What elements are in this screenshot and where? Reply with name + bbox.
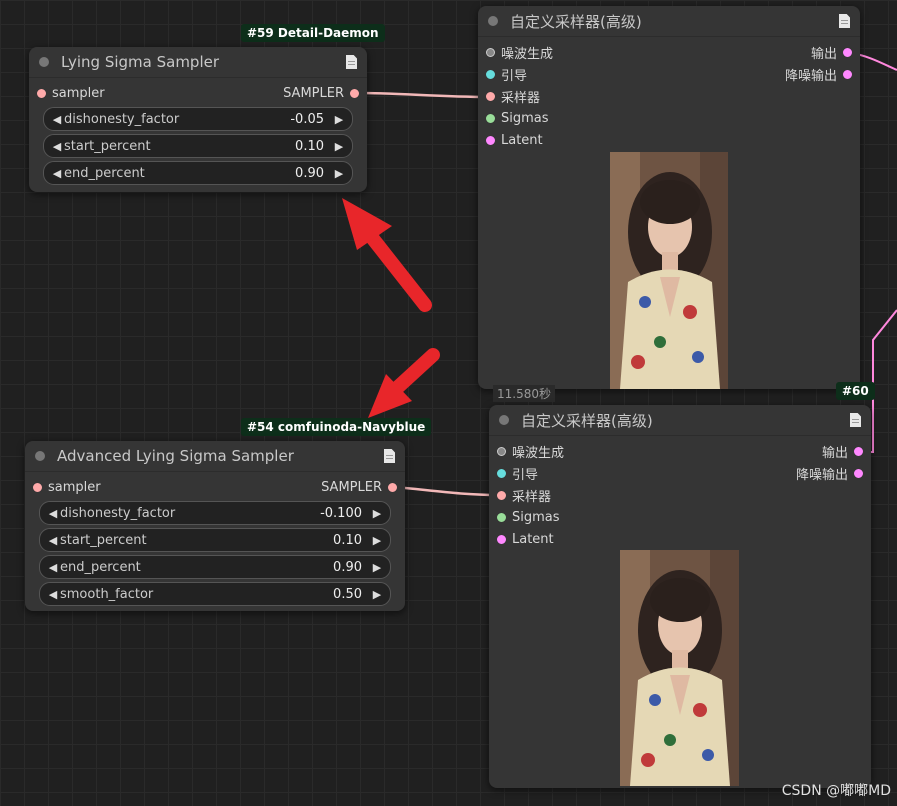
link-sampler-54: [394, 485, 501, 497]
sampler-input-slot[interactable]: [486, 91, 495, 101]
decrement-icon[interactable]: ◀: [46, 534, 60, 547]
execution-time: 11.580秒: [493, 385, 555, 402]
document-icon[interactable]: [850, 413, 861, 427]
input-label: 引导: [501, 68, 528, 84]
end-percent-widget[interactable]: ◀ end_percent 0.90 ▶: [39, 555, 391, 579]
decrement-icon[interactable]: ◀: [50, 140, 64, 153]
decrement-icon[interactable]: ◀: [46, 588, 60, 601]
start-percent-widget[interactable]: ◀ start_percent 0.10 ▶: [39, 528, 391, 552]
node-badge: #59 Detail-Daemon: [241, 24, 385, 42]
lying-sigma-sampler-node[interactable]: Lying Sigma Sampler sampler SAMPLER ◀ di…: [29, 47, 367, 192]
node-badge: #54 comfuinoda-Navyblue: [241, 418, 432, 436]
widget-value[interactable]: 0.10: [333, 533, 370, 548]
output-slot[interactable]: [843, 69, 852, 79]
sampler-input-label: sampler: [48, 479, 101, 495]
widget-label: end_percent: [60, 559, 141, 575]
node-title: Advanced Lying Sigma Sampler: [57, 447, 294, 465]
widget-label: end_percent: [64, 165, 145, 181]
start-percent-widget[interactable]: ◀ start_percent 0.10 ▶: [43, 134, 353, 158]
custom-sampler-advanced-node-bottom[interactable]: 自定义采样器(高级) 噪波生成 输出 引导 降噪输出 采样器 Sigmas La…: [489, 405, 871, 788]
collapse-dot-icon[interactable]: [499, 415, 509, 425]
sampler-input-slot[interactable]: [497, 490, 506, 500]
end-percent-widget[interactable]: ◀ end_percent 0.90 ▶: [43, 161, 353, 185]
preview-image: [610, 152, 728, 389]
dishonesty-factor-widget[interactable]: ◀ dishonesty_factor -0.05 ▶: [43, 107, 353, 131]
collapse-dot-icon[interactable]: [39, 57, 49, 67]
latent-input-slot[interactable]: [486, 135, 495, 145]
node-title: Lying Sigma Sampler: [61, 53, 220, 71]
sampler-output-label: SAMPLER: [321, 479, 382, 495]
sampler-output-slot[interactable]: [388, 482, 397, 492]
output-label: 降噪输出: [784, 68, 837, 84]
input-label: Sigmas: [501, 110, 549, 126]
sampler-input-label: sampler: [52, 85, 105, 101]
annotation-arrow-down: [368, 348, 440, 418]
increment-icon[interactable]: ▶: [332, 167, 346, 180]
output-slot[interactable]: [854, 446, 863, 456]
watermark: CSDN @嘟嘟MD: [781, 783, 891, 799]
sampler-output-slot[interactable]: [350, 88, 359, 98]
sigmas-input-slot[interactable]: [497, 512, 506, 522]
node-title: 自定义采样器(高级): [521, 411, 653, 430]
dishonesty-factor-widget[interactable]: ◀ dishonesty_factor -0.100 ▶: [39, 501, 391, 525]
output-slot[interactable]: [854, 468, 863, 478]
widget-label: dishonesty_factor: [64, 111, 180, 127]
input-label: 引导: [512, 467, 539, 483]
node-title: 自定义采样器(高级): [510, 12, 642, 31]
increment-icon[interactable]: ▶: [332, 113, 346, 126]
increment-icon[interactable]: ▶: [370, 507, 384, 520]
input-label: Latent: [501, 132, 543, 148]
decrement-icon[interactable]: ◀: [46, 561, 60, 574]
widget-value[interactable]: 0.90: [295, 166, 332, 181]
latent-input-slot[interactable]: [497, 534, 506, 544]
advanced-lying-sigma-sampler-node[interactable]: Advanced Lying Sigma Sampler sampler SAM…: [25, 441, 405, 611]
output-label: 输出: [810, 46, 837, 62]
collapse-dot-icon[interactable]: [35, 451, 45, 461]
input-label: 噪波生成: [512, 445, 565, 461]
widget-label: start_percent: [60, 532, 147, 548]
widget-value[interactable]: -0.100: [320, 506, 370, 521]
widget-value[interactable]: 0.10: [295, 139, 332, 154]
input-label: Latent: [512, 531, 554, 547]
widget-value[interactable]: 0.90: [333, 560, 370, 575]
preview-image: [620, 550, 739, 786]
increment-icon[interactable]: ▶: [370, 588, 384, 601]
decrement-icon[interactable]: ◀: [50, 167, 64, 180]
increment-icon[interactable]: ▶: [370, 561, 384, 574]
increment-icon[interactable]: ▶: [332, 140, 346, 153]
output-slot[interactable]: [843, 47, 852, 57]
noise-input-slot[interactable]: [486, 47, 495, 57]
guider-input-slot[interactable]: [497, 468, 506, 478]
annotation-arrow-up: [342, 198, 432, 312]
noise-input-slot[interactable]: [497, 446, 506, 456]
widget-value[interactable]: 0.50: [333, 587, 370, 602]
widget-label: dishonesty_factor: [60, 505, 176, 521]
custom-sampler-advanced-node-top[interactable]: 自定义采样器(高级) 噪波生成 输出 引导 降噪输出 采样器 Sigmas La…: [478, 6, 860, 389]
input-label: 采样器: [501, 90, 541, 106]
widget-label: start_percent: [64, 138, 151, 154]
collapse-dot-icon[interactable]: [488, 16, 498, 26]
decrement-icon[interactable]: ◀: [50, 113, 64, 126]
decrement-icon[interactable]: ◀: [46, 507, 60, 520]
input-label: 采样器: [512, 489, 552, 505]
document-icon[interactable]: [346, 55, 357, 69]
increment-icon[interactable]: ▶: [370, 534, 384, 547]
sampler-input-slot[interactable]: [33, 482, 42, 492]
document-icon[interactable]: [839, 14, 850, 28]
output-label: 输出: [821, 445, 848, 461]
sampler-output-label: SAMPLER: [283, 85, 344, 101]
output-label: 降噪输出: [795, 467, 848, 483]
document-icon[interactable]: [384, 449, 395, 463]
widget-value[interactable]: -0.05: [290, 112, 332, 127]
guider-input-slot[interactable]: [486, 69, 495, 79]
sigmas-input-slot[interactable]: [486, 113, 495, 123]
input-label: Sigmas: [512, 509, 560, 525]
widget-label: smooth_factor: [60, 586, 154, 602]
node-badge: #60: [836, 382, 875, 400]
link-sampler-59: [357, 91, 489, 99]
smooth-factor-widget[interactable]: ◀ smooth_factor 0.50 ▶: [39, 582, 391, 606]
sampler-input-slot[interactable]: [37, 88, 46, 98]
input-label: 噪波生成: [501, 46, 554, 62]
